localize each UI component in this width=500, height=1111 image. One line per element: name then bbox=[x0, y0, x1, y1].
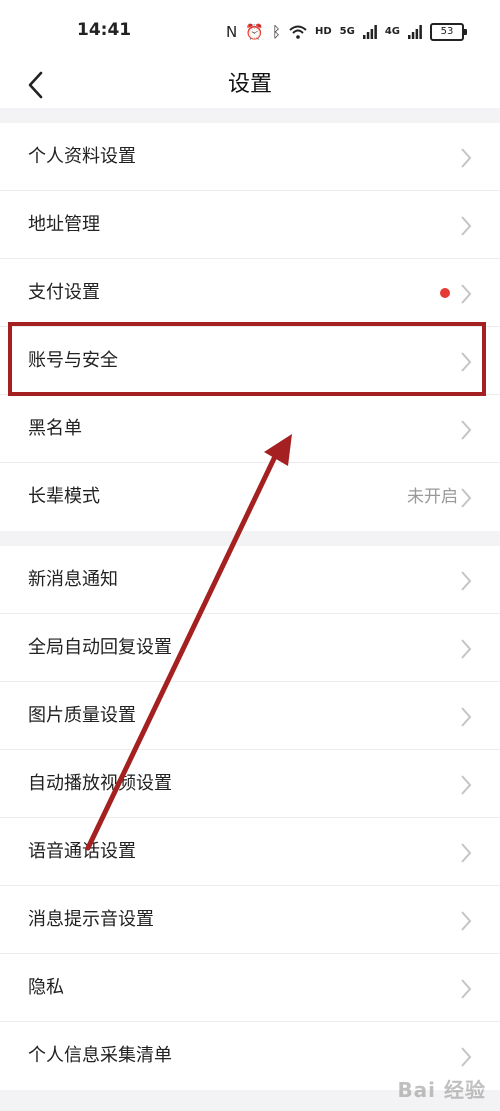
chevron-right-icon bbox=[461, 216, 472, 236]
settings-item-label: 黑名单 bbox=[28, 418, 82, 439]
nav-bar: 设置 bbox=[0, 62, 500, 108]
settings-item-label: 自动播放视频设置 bbox=[28, 773, 172, 794]
hd-icon: HD bbox=[314, 26, 332, 37]
settings-item-label: 图片质量设置 bbox=[28, 705, 136, 726]
settings-item-autoplay-video[interactable]: 自动播放视频设置 bbox=[0, 750, 500, 818]
settings-item-label: 账号与安全 bbox=[28, 350, 118, 371]
settings-item-label: 隐私 bbox=[28, 977, 64, 998]
settings-item-elder-mode[interactable]: 长辈模式 未开启 bbox=[0, 463, 500, 531]
chevron-right-icon bbox=[461, 420, 472, 440]
settings-item-label: 新消息通知 bbox=[28, 569, 118, 590]
settings-item-voice-call[interactable]: 语音通话设置 bbox=[0, 818, 500, 886]
chevron-right-icon bbox=[461, 1047, 472, 1067]
settings-item-new-message-notify[interactable]: 新消息通知 bbox=[0, 546, 500, 614]
status-time: 14:41 bbox=[77, 20, 132, 40]
settings-item-value: 未开启 bbox=[407, 487, 458, 507]
settings-item-label: 消息提示音设置 bbox=[28, 909, 154, 930]
battery-icon: 53 bbox=[430, 23, 467, 41]
settings-item-privacy[interactable]: 隐私 bbox=[0, 954, 500, 1022]
page-title: 设置 bbox=[227, 72, 272, 97]
settings-item-image-quality[interactable]: 图片质量设置 bbox=[0, 682, 500, 750]
network-4g-label: 4G bbox=[384, 26, 400, 37]
chevron-right-icon bbox=[461, 639, 472, 659]
chevron-right-icon bbox=[461, 352, 472, 372]
signal-icon bbox=[408, 25, 422, 39]
settings-item-payment[interactable]: 支付设置 bbox=[0, 259, 500, 327]
watermark: Bai 经验 bbox=[397, 1078, 486, 1102]
bluetooth-icon: ᛒ bbox=[271, 23, 281, 41]
settings-item-label: 地址管理 bbox=[28, 214, 100, 235]
settings-item-label: 全局自动回复设置 bbox=[28, 637, 172, 658]
settings-item-blacklist[interactable]: 黑名单 bbox=[0, 395, 500, 463]
settings-item-account-security[interactable]: 账号与安全 bbox=[0, 327, 500, 395]
network-5g-label: 5G bbox=[339, 26, 355, 37]
settings-item-message-sound[interactable]: 消息提示音设置 bbox=[0, 886, 500, 954]
settings-item-label: 个人资料设置 bbox=[28, 146, 136, 167]
chevron-right-icon bbox=[461, 707, 472, 727]
settings-group-account: 个人资料设置 地址管理 支付设置 账号与安全 黑名单 长辈模式 未开启 bbox=[0, 123, 500, 531]
chevron-right-icon bbox=[461, 911, 472, 931]
settings-item-address[interactable]: 地址管理 bbox=[0, 191, 500, 259]
chevron-right-icon bbox=[461, 843, 472, 863]
back-button[interactable] bbox=[24, 68, 48, 102]
chevron-right-icon bbox=[461, 284, 472, 304]
settings-item-label: 个人信息采集清单 bbox=[28, 1045, 172, 1066]
alarm-icon: ⏰ bbox=[245, 23, 264, 41]
wifi-icon bbox=[289, 25, 307, 39]
settings-item-label: 长辈模式 bbox=[28, 486, 100, 507]
chevron-right-icon bbox=[461, 775, 472, 795]
settings-item-auto-reply[interactable]: 全局自动回复设置 bbox=[0, 614, 500, 682]
settings-item-label: 支付设置 bbox=[28, 282, 100, 303]
settings-group-general: 新消息通知 全局自动回复设置 图片质量设置 自动播放视频设置 语音通话设置 消息… bbox=[0, 546, 500, 1090]
chevron-right-icon bbox=[461, 148, 472, 168]
status-bar: 14:41 N ⏰ ᛒ HD 5G 4G 53 bbox=[0, 0, 500, 62]
notification-dot bbox=[440, 288, 450, 298]
signal-icon bbox=[362, 25, 377, 39]
settings-item-profile[interactable]: 个人资料设置 bbox=[0, 123, 500, 191]
chevron-right-icon bbox=[461, 571, 472, 591]
settings-item-label: 语音通话设置 bbox=[28, 841, 136, 862]
status-icons: N ⏰ ᛒ HD 5G 4G 53 bbox=[226, 20, 467, 44]
nfc-icon: N bbox=[226, 23, 238, 41]
chevron-right-icon bbox=[461, 488, 472, 508]
chevron-right-icon bbox=[461, 979, 472, 999]
